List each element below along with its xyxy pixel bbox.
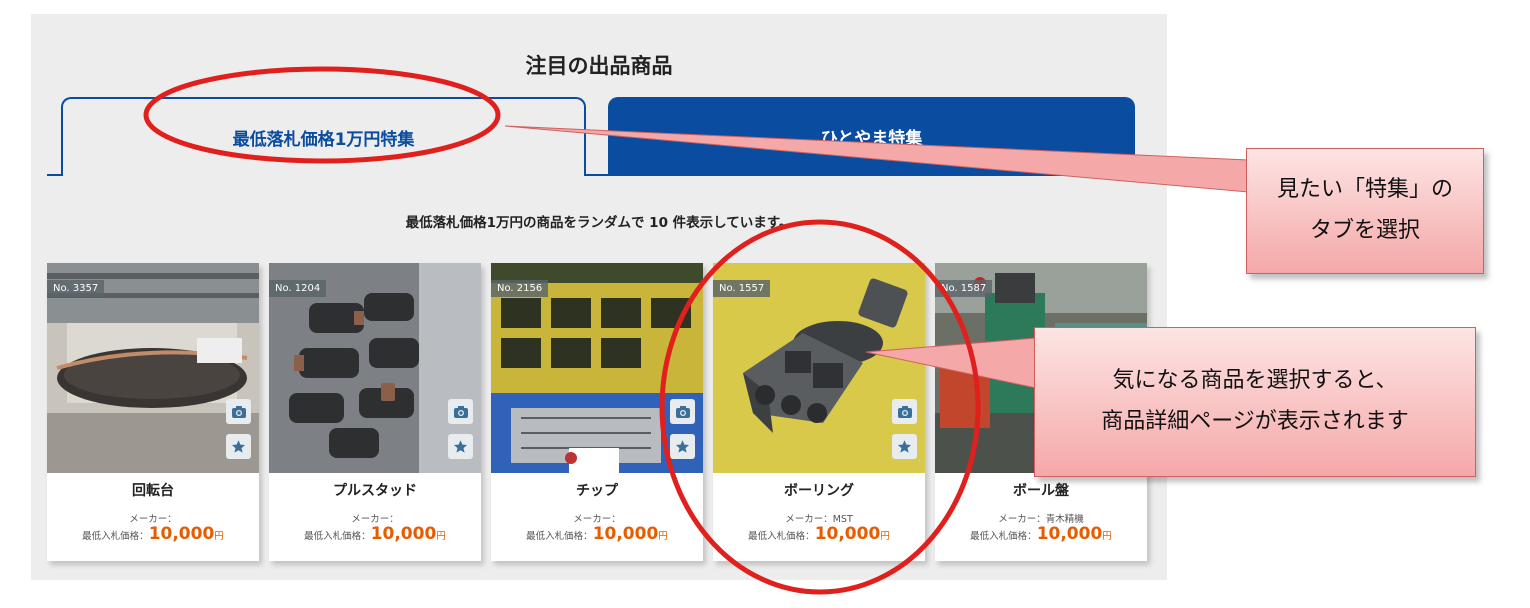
camera-icon[interactable] — [670, 399, 695, 424]
price-currency: 円 — [1102, 531, 1112, 542]
tab-callout-line2: タブを選択 — [1309, 218, 1420, 243]
product-card[interactable]: No. 1204 プルスタッド メーカー： 最低入札価格：10,000円 — [269, 263, 481, 561]
tab-hitoyama[interactable]: ひとやま特集 — [608, 97, 1135, 176]
product-maker: メーカー： — [129, 514, 177, 525]
section-subtitle: 最低落札価格1万円の商品をランダムで 10 件表示しています。 — [405, 215, 793, 231]
price-label: 最低入札価格： — [304, 531, 371, 542]
price-currency: 円 — [214, 531, 224, 542]
product-maker: メーカー：青木精機 — [998, 514, 1084, 525]
product-callout: 気になる商品を選択すると、 商品詳細ページが表示されます — [1034, 327, 1476, 477]
product-number-badge: No. 1587 — [935, 280, 993, 297]
product-name[interactable]: ボール盤 — [935, 480, 1147, 500]
product-callout-line1: 気になる商品を選択すると、 — [1112, 368, 1398, 394]
product-maker: メーカー： — [573, 514, 621, 525]
product-price: 最低入札価格：10,000円 — [935, 524, 1147, 544]
product-number-badge: No. 3357 — [47, 280, 105, 297]
camera-icon[interactable] — [892, 399, 917, 424]
product-number-badge: No. 2156 — [491, 280, 549, 297]
price-value: 10,000 — [814, 524, 881, 544]
featured-section: 注目の出品商品 最低落札価格1万円特集 ひとやま特集 最低落札価格1万円の商品を… — [31, 14, 1167, 580]
price-label: 最低入札価格： — [526, 531, 593, 542]
product-name[interactable]: チップ — [491, 480, 703, 500]
price-currency: 円 — [880, 531, 890, 542]
product-name[interactable]: 回転台 — [47, 480, 259, 500]
product-number-badge: No. 1204 — [269, 280, 327, 297]
tab-callout: 見たい「特集」の タブを選択 — [1246, 148, 1484, 274]
product-image[interactable]: No. 2156 — [491, 263, 703, 473]
product-callout-line2: 商品詳細ページが表示されます — [1101, 409, 1409, 434]
product-price: 最低入札価格：10,000円 — [47, 524, 259, 544]
product-price: 最低入札価格：10,000円 — [713, 524, 925, 544]
price-value: 10,000 — [370, 524, 437, 544]
product-name[interactable]: プルスタッド — [269, 480, 481, 500]
star-icon[interactable] — [448, 434, 473, 459]
product-number-badge: No. 1557 — [713, 280, 771, 297]
product-card[interactable]: No. 3357 回転台 メーカー： 最低入札価格：10,000円 — [47, 263, 259, 561]
product-card[interactable]: No. 1557 ボーリング メーカー：MST 最低入札価格：10,000円 — [713, 263, 925, 561]
product-price: 最低入札価格：10,000円 — [269, 524, 481, 544]
product-name[interactable]: ボーリング — [713, 480, 925, 500]
product-image[interactable]: No. 1204 — [269, 263, 481, 473]
price-currency: 円 — [658, 531, 668, 542]
price-label: 最低入札価格： — [970, 531, 1037, 542]
product-image[interactable]: No. 1557 — [713, 263, 925, 473]
product-maker: メーカー：MST — [785, 514, 853, 525]
price-value: 10,000 — [148, 524, 215, 544]
tab-callout-line1: 見たい「特集」の — [1276, 177, 1453, 203]
product-image[interactable]: No. 3357 — [47, 263, 259, 473]
price-label: 最低入札価格： — [82, 531, 149, 542]
product-card[interactable]: No. 2156 チップ メーカー： 最低入札価格：10,000円 — [491, 263, 703, 561]
price-label: 最低入札価格： — [748, 531, 815, 542]
star-icon[interactable] — [226, 434, 251, 459]
product-price: 最低入札価格：10,000円 — [491, 524, 703, 544]
star-icon[interactable] — [670, 434, 695, 459]
price-value: 10,000 — [1036, 524, 1103, 544]
camera-icon[interactable] — [448, 399, 473, 424]
star-icon[interactable] — [892, 434, 917, 459]
price-currency: 円 — [436, 531, 446, 542]
page-title: 注目の出品商品 — [525, 54, 673, 78]
camera-icon[interactable] — [226, 399, 251, 424]
product-maker: メーカー： — [351, 514, 399, 525]
tab-min-price-10000[interactable]: 最低落札価格1万円特集 — [61, 97, 586, 176]
price-value: 10,000 — [592, 524, 659, 544]
